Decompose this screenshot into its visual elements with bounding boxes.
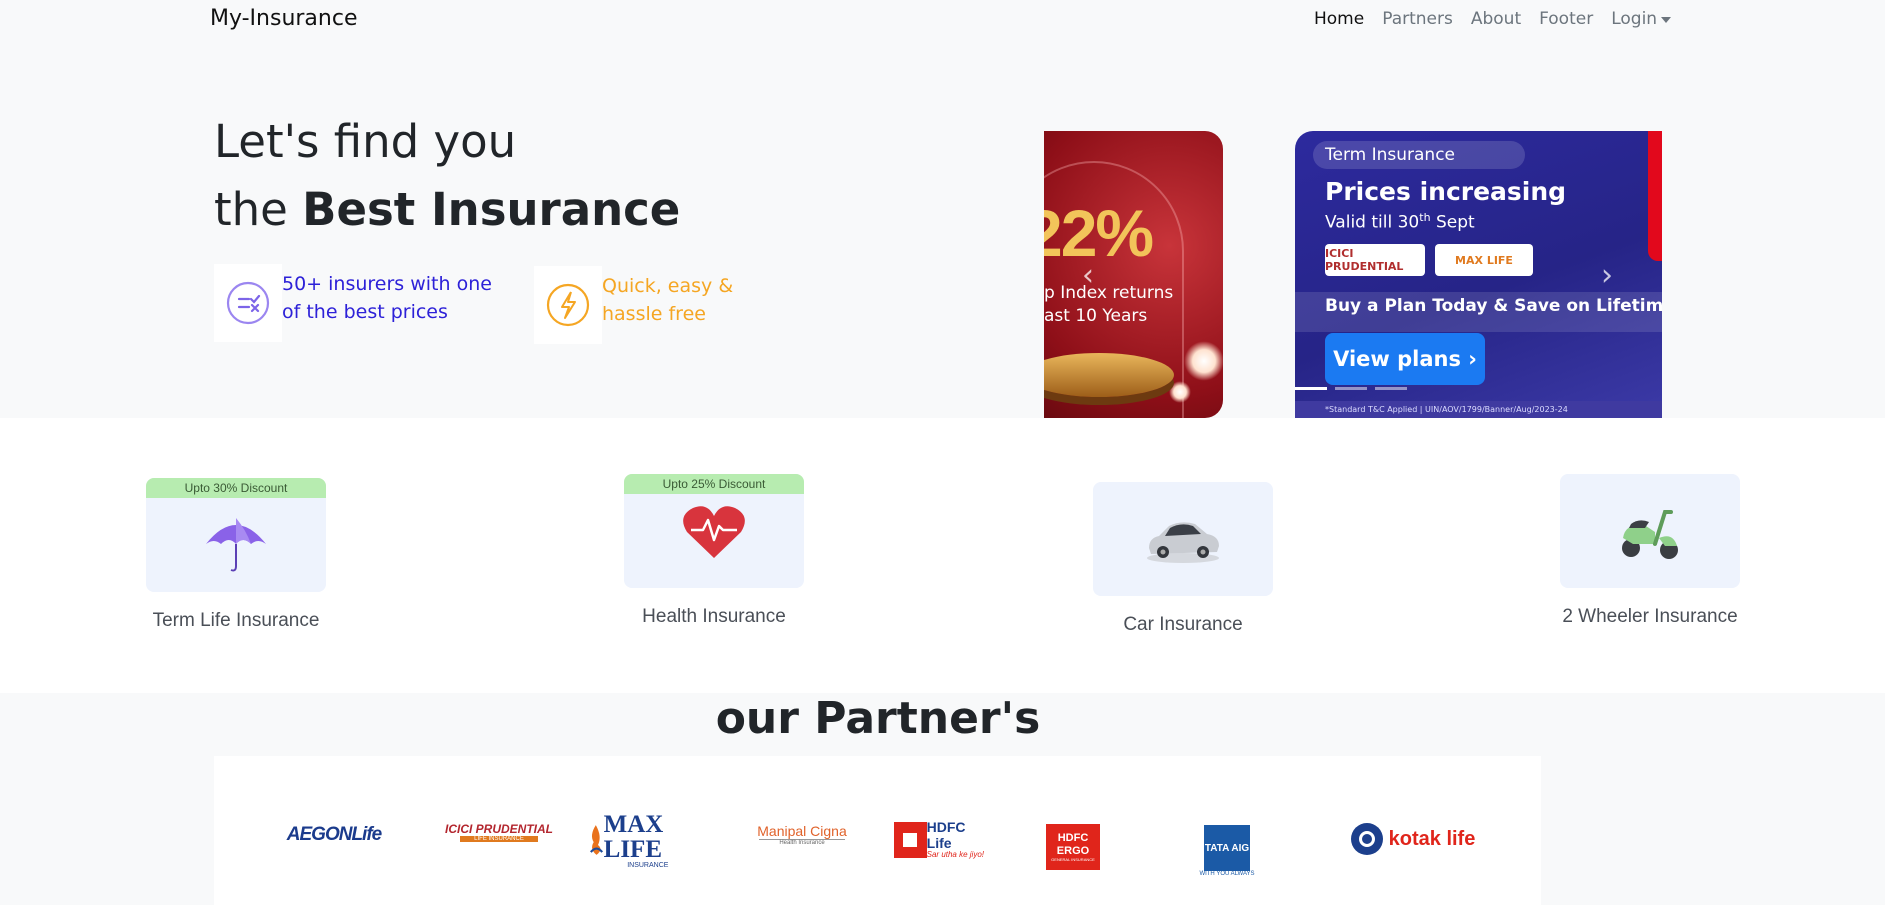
category-two-wheeler[interactable]: 2 Wheeler Insurance bbox=[1560, 474, 1740, 628]
category-term-life[interactable]: Upto 30% Discount Term Life Insurance bbox=[146, 478, 326, 632]
slide-subline: Valid till 30th Sept bbox=[1325, 211, 1475, 233]
discount-badge: Upto 30% Discount bbox=[146, 478, 326, 498]
bubble-decoration bbox=[1184, 341, 1223, 381]
hdfc-ergo-logo[interactable]: HDFC ERGO GENERAL INSURANCE bbox=[1046, 824, 1100, 870]
flame-icon bbox=[590, 825, 604, 855]
compare-icon bbox=[214, 264, 282, 342]
max-life-logo[interactable]: MAX LIFE INSURANCE bbox=[588, 810, 692, 870]
category-card[interactable] bbox=[1093, 482, 1273, 596]
carousel-indicator[interactable] bbox=[1375, 387, 1407, 390]
hdfc-life-tagline: Sar utha ke jiyo! bbox=[926, 849, 985, 859]
slide-line2: ast 10 Years bbox=[1044, 306, 1148, 326]
subline-sup: th bbox=[1419, 211, 1431, 224]
car-icon bbox=[1147, 522, 1219, 563]
discount-badge: Upto 25% Discount bbox=[624, 474, 804, 494]
feature-quick-line2: hassle free bbox=[602, 303, 706, 325]
kotak-life-logo[interactable]: kotak life bbox=[1348, 822, 1478, 856]
hero-title-line1: Let's find you bbox=[214, 115, 517, 168]
tata-aig-text: TATA AIG bbox=[1204, 825, 1250, 871]
feature-insurers: 50+ insurers with one of the best prices bbox=[214, 264, 492, 342]
category-label[interactable]: Health Insurance bbox=[624, 606, 804, 628]
slide-footnote: *Standard T&C Applied | UIN/AOV/1799/Ban… bbox=[1295, 401, 1662, 418]
red-corner-decoration bbox=[1648, 131, 1662, 261]
hdfc-life-text: HDFC Life bbox=[926, 819, 966, 851]
manipal-cigna-logo[interactable]: Manipal Cigna Health Insurance bbox=[740, 818, 864, 850]
hdfc-ergo-text: HDFC ERGO bbox=[1056, 832, 1090, 857]
feature-quick-line1: Quick, easy & bbox=[602, 275, 734, 297]
maxlife-logo: MAX LIFE bbox=[1435, 244, 1533, 276]
slide-line1: p Index returns bbox=[1044, 283, 1174, 303]
scooter-icon bbox=[1622, 510, 1678, 559]
subline-suffix: Sept bbox=[1430, 212, 1475, 233]
icici-sub-text: LIFE INSURANCE bbox=[460, 836, 538, 842]
manipal-cigna-text: Manipal Cigna bbox=[757, 822, 847, 839]
icici-logo: ICICI PRUDENTIAL bbox=[1325, 244, 1425, 276]
caret-down-icon bbox=[1661, 17, 1672, 23]
tata-aig-sub-text: WITH YOU ALWAYS bbox=[1199, 871, 1255, 877]
nav-links: Home Partners About Footer Login bbox=[1314, 9, 1672, 29]
insurance-categories: Upto 30% Discount Term Life Insurance Up… bbox=[0, 418, 1885, 693]
partners-logo-strip: AEGONLife ICICI PRUDENTIAL LIFE INSURANC… bbox=[214, 756, 1541, 905]
subline-prefix: Valid till 30 bbox=[1325, 212, 1420, 233]
login-dropdown[interactable]: Login bbox=[1611, 9, 1672, 29]
kotak-circle-icon bbox=[1350, 823, 1383, 855]
hero-title: Let's find you the Best Insurance bbox=[214, 108, 680, 244]
category-card[interactable]: Upto 30% Discount bbox=[146, 478, 326, 592]
login-label: Login bbox=[1611, 9, 1658, 29]
carousel-prev-icon[interactable]: ‹ bbox=[1082, 261, 1102, 291]
manipal-sub-text: Health Insurance bbox=[759, 838, 845, 846]
carousel-indicator[interactable] bbox=[1335, 387, 1367, 390]
nav-footer[interactable]: Footer bbox=[1539, 9, 1593, 29]
icici-text: ICICI PRUDENTIAL bbox=[445, 822, 553, 836]
nav-partners[interactable]: Partners bbox=[1382, 9, 1453, 29]
max-life-sub-text: INSURANCE bbox=[627, 861, 669, 869]
slide-tag: Term Insurance bbox=[1313, 141, 1525, 169]
carousel-indicator[interactable] bbox=[1295, 387, 1327, 390]
banner-carousel[interactable]: 22% p Index returns ast 10 Years Term In… bbox=[1044, 131, 1662, 418]
feature-insurers-text: 50+ insurers with one of the best prices bbox=[282, 264, 492, 326]
feature-quick-text: Quick, easy & hassle free bbox=[602, 266, 733, 328]
view-plans-button[interactable]: View plans › bbox=[1325, 333, 1485, 385]
kotak-life-text: kotak life bbox=[1388, 827, 1476, 850]
category-health[interactable]: Upto 25% Discount Health Insurance bbox=[624, 474, 804, 628]
feature-insurers-line1: 50+ insurers with one bbox=[282, 273, 492, 295]
slide-percent: 22% bbox=[1044, 196, 1154, 270]
brand-logo[interactable]: My-Insurance bbox=[210, 6, 358, 31]
category-card[interactable] bbox=[1560, 474, 1740, 588]
category-card[interactable]: Upto 25% Discount bbox=[624, 474, 804, 588]
hdfc-square-icon bbox=[894, 822, 927, 858]
umbrella-icon bbox=[206, 518, 266, 572]
category-label[interactable]: 2 Wheeler Insurance bbox=[1560, 606, 1740, 628]
lightning-icon bbox=[534, 266, 602, 344]
feature-quick: Quick, easy & hassle free bbox=[534, 266, 733, 344]
hdfc-ergo-sub-text: GENERAL INSURANCE bbox=[1051, 856, 1095, 862]
slide-headline: Prices increasing bbox=[1325, 177, 1567, 206]
bubble-decoration bbox=[1169, 381, 1191, 403]
category-label[interactable]: Car Insurance bbox=[1093, 614, 1273, 636]
nav-about[interactable]: About bbox=[1471, 9, 1521, 29]
feature-insurers-line2: of the best prices bbox=[282, 301, 448, 323]
heart-icon bbox=[683, 506, 745, 558]
aegon-life-text: AEGONLife bbox=[286, 824, 382, 845]
icici-prudential-logo[interactable]: ICICI PRUDENTIAL LIFE INSURANCE bbox=[436, 812, 562, 852]
aegon-life-logo[interactable]: AEGONLife bbox=[284, 818, 384, 852]
category-label[interactable]: Term Life Insurance bbox=[146, 610, 326, 632]
slide-buy-text: Buy a Plan Today & Save on Lifetime Pren bbox=[1325, 296, 1662, 316]
partners-title: our Partner's bbox=[715, 693, 1041, 744]
tata-aig-logo[interactable]: TATA AIG WITH YOU ALWAYS bbox=[1198, 822, 1256, 880]
hero-title-line2-prefix: the bbox=[214, 183, 303, 236]
carousel-next-icon[interactable]: › bbox=[1601, 261, 1621, 291]
slide-index-returns[interactable]: 22% p Index returns ast 10 Years bbox=[1044, 131, 1223, 418]
category-car[interactable]: Car Insurance bbox=[1093, 482, 1273, 636]
hdfc-life-logo[interactable]: HDFC Life Sar utha ke jiyo! bbox=[894, 808, 988, 872]
max-life-text: MAX LIFE bbox=[603, 810, 664, 863]
navbar: My-Insurance Home Partners About Footer … bbox=[0, 0, 1885, 42]
nav-home[interactable]: Home bbox=[1314, 9, 1364, 29]
hero-title-bold: Best Insurance bbox=[302, 183, 681, 236]
